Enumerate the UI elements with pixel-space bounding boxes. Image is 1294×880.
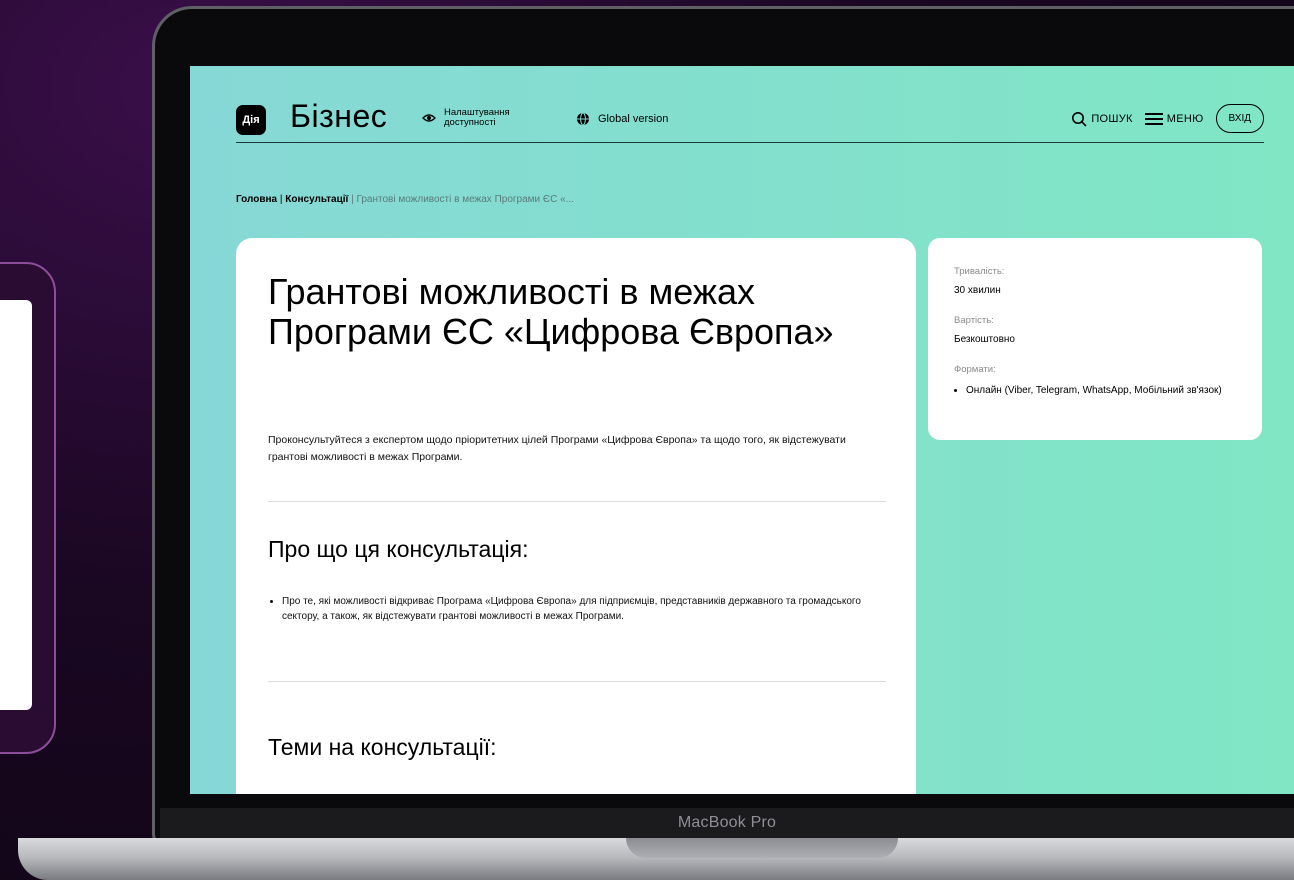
site-header: Дія Бізнес Налаштування доступності Glob… [236,82,1264,143]
brand-title[interactable]: Бізнес [290,98,387,135]
search-label: ПОШУК [1091,112,1133,125]
hamburger-menu-icon [1144,112,1163,125]
breadcrumb-home[interactable]: Головна [236,194,277,205]
list-item: Про те, які можливості відкриває Програм… [282,594,882,624]
diia-logo[interactable]: Дія [236,105,266,135]
menu-label: МЕНЮ [1166,112,1204,125]
about-heading: Про що ця консультація: [268,536,529,562]
topics-heading: Теми на консультації: [268,734,497,760]
laptop-notch [626,838,898,858]
intro-text: Проконсультуйтеся з експертом щодо пріор… [268,434,846,463]
accessibility-label: Налаштування доступності [444,107,510,128]
formats-list: Онлайн (Viber, Telegram, WhatsApp, Мобіл… [954,384,1256,397]
login-button[interactable]: ВХІД [1215,104,1264,133]
menu-button[interactable]: МЕНЮ [1144,112,1204,126]
globe-icon [577,112,589,126]
laptop-bezel: MacBook Pro [160,808,1294,838]
consultation-details-card: Тривалість: 30 хвилин Вартість: Безкошто… [928,238,1262,440]
background-device-frame [0,262,56,754]
eye-icon [422,114,436,122]
breadcrumb-separator: | [351,194,354,205]
breadcrumb-separator: | [279,194,283,205]
divider [268,681,886,682]
duration-value: 30 хвилин [954,285,1001,296]
global-version-link[interactable]: Global version [576,112,668,126]
page-title: Грантові можливості в межах Програми ЄС … [268,271,834,352]
consultation-card: Грантові можливості в межах Програми ЄС … [236,238,916,794]
cost-value: Безкоштовно [954,334,1015,345]
breadcrumb-current: Грантові можливості в межах Програми ЄС … [356,194,574,205]
header-right-nav: ПОШУК МЕНЮ ВХІД [1071,104,1264,133]
divider [268,501,886,502]
breadcrumb: Головна | Консультації | Грантові можлив… [236,194,574,205]
search-icon [1072,111,1087,127]
search-button[interactable]: ПОШУК [1071,111,1132,127]
cost-label: Вартість: [954,315,994,326]
duration-label: Тривалість: [954,266,1005,277]
device-model-label: MacBook Pro [677,814,777,831]
background-device-screen [0,300,32,710]
list-item: Онлайн (Viber, Telegram, WhatsApp, Мобіл… [966,384,1256,397]
browser-screen: Дія Бізнес Налаштування доступності Glob… [190,66,1294,794]
formats-label: Формати: [954,364,996,375]
about-list: Про те, які можливості відкриває Програм… [268,594,882,624]
breadcrumb-consultations[interactable]: Консультації [285,194,348,205]
accessibility-settings-link[interactable]: Налаштування доступності [422,108,524,128]
global-version-label: Global version [598,113,669,125]
